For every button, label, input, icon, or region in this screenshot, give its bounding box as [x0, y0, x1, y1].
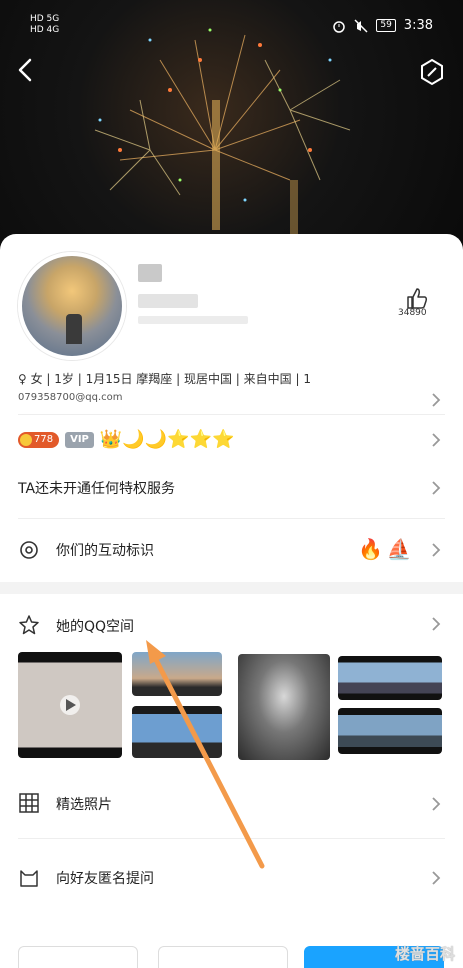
cat-face-icon	[20, 870, 38, 887]
photos-chevron-right-icon[interactable]	[431, 796, 441, 812]
vip-badge: VIP	[65, 432, 94, 448]
divider	[18, 414, 445, 415]
alarm-icon	[333, 20, 346, 33]
info-chevron-right-icon[interactable]	[431, 392, 441, 408]
like-count: 34890	[398, 308, 427, 318]
status-right: 59 3:38	[332, 18, 433, 33]
battery-indicator: 59	[376, 19, 396, 32]
privilege-row-label[interactable]: TA还未开通任何特权服务	[18, 478, 175, 498]
edit-hexagon-icon[interactable]	[419, 58, 445, 86]
qzone-thumbnails[interactable]	[18, 650, 445, 760]
interaction-row-label[interactable]: 你们的互动标识	[56, 540, 154, 560]
thumbnail-photo[interactable]	[338, 708, 442, 754]
level-row[interactable]: 778 VIP 👑🌙🌙⭐⭐⭐	[18, 430, 234, 450]
clock: 3:38	[403, 18, 433, 33]
star-icon	[19, 615, 39, 635]
level-badge: 778	[18, 432, 60, 448]
back-chevron-icon[interactable]	[14, 56, 38, 84]
thumbnail-photo[interactable]	[338, 656, 442, 700]
nickname-blur	[138, 264, 162, 282]
watermark: 楼啬百科	[394, 945, 455, 963]
avatar[interactable]	[18, 252, 126, 360]
divider	[18, 838, 445, 839]
interaction-chevron-right-icon[interactable]	[431, 542, 441, 558]
qzone-row-label[interactable]: 她的QQ空间	[56, 616, 134, 636]
photos-row-label[interactable]: 精选照片	[56, 794, 112, 814]
interaction-icons: 🔥⛵	[358, 537, 416, 561]
gear-icon	[20, 541, 38, 559]
thumbnail-photo[interactable]	[238, 654, 330, 760]
action-button-left[interactable]	[18, 946, 138, 968]
qzone-chevron-right-icon[interactable]	[431, 616, 441, 632]
profile-cover: HD 5G HD 4G 59 3:38	[0, 0, 463, 260]
level-chevron-right-icon[interactable]	[431, 432, 441, 448]
signature-blur-2	[138, 316, 248, 324]
profile-card: 34890 ♀ 女 | 1岁 | 1月15日 摩羯座 | 现居中国 | 来自中国…	[0, 234, 463, 968]
profile-info-line: ♀ 女 | 1岁 | 1月15日 摩羯座 | 现居中国 | 来自中国 | 1	[18, 372, 311, 386]
avatar-figure	[66, 314, 82, 344]
play-icon	[60, 695, 80, 715]
network-top: HD 5G	[30, 14, 60, 24]
profile-email: 079358700@qq.com	[18, 392, 123, 403]
anon-chevron-right-icon[interactable]	[431, 870, 441, 886]
privilege-chevron-right-icon[interactable]	[431, 480, 441, 496]
thumbnail-video[interactable]	[18, 652, 122, 758]
thumbnail-photo[interactable]	[132, 652, 222, 696]
thumbnail-photo[interactable]	[132, 706, 222, 758]
section-gap	[0, 582, 463, 594]
network-bottom: HD 4G	[30, 25, 60, 35]
anon-question-row-label[interactable]: 向好友匿名提问	[56, 868, 154, 888]
mute-icon	[354, 18, 368, 33]
status-bar: HD 5G HD 4G 59 3:38	[0, 0, 463, 52]
divider	[18, 518, 445, 519]
level-icons: 👑🌙🌙⭐⭐⭐	[99, 429, 235, 450]
signature-blur	[138, 294, 198, 308]
network-indicators: HD 5G HD 4G	[30, 14, 59, 36]
bottom-action-bar	[0, 946, 463, 968]
action-button-middle[interactable]	[158, 946, 288, 968]
grid-icon	[19, 793, 39, 813]
